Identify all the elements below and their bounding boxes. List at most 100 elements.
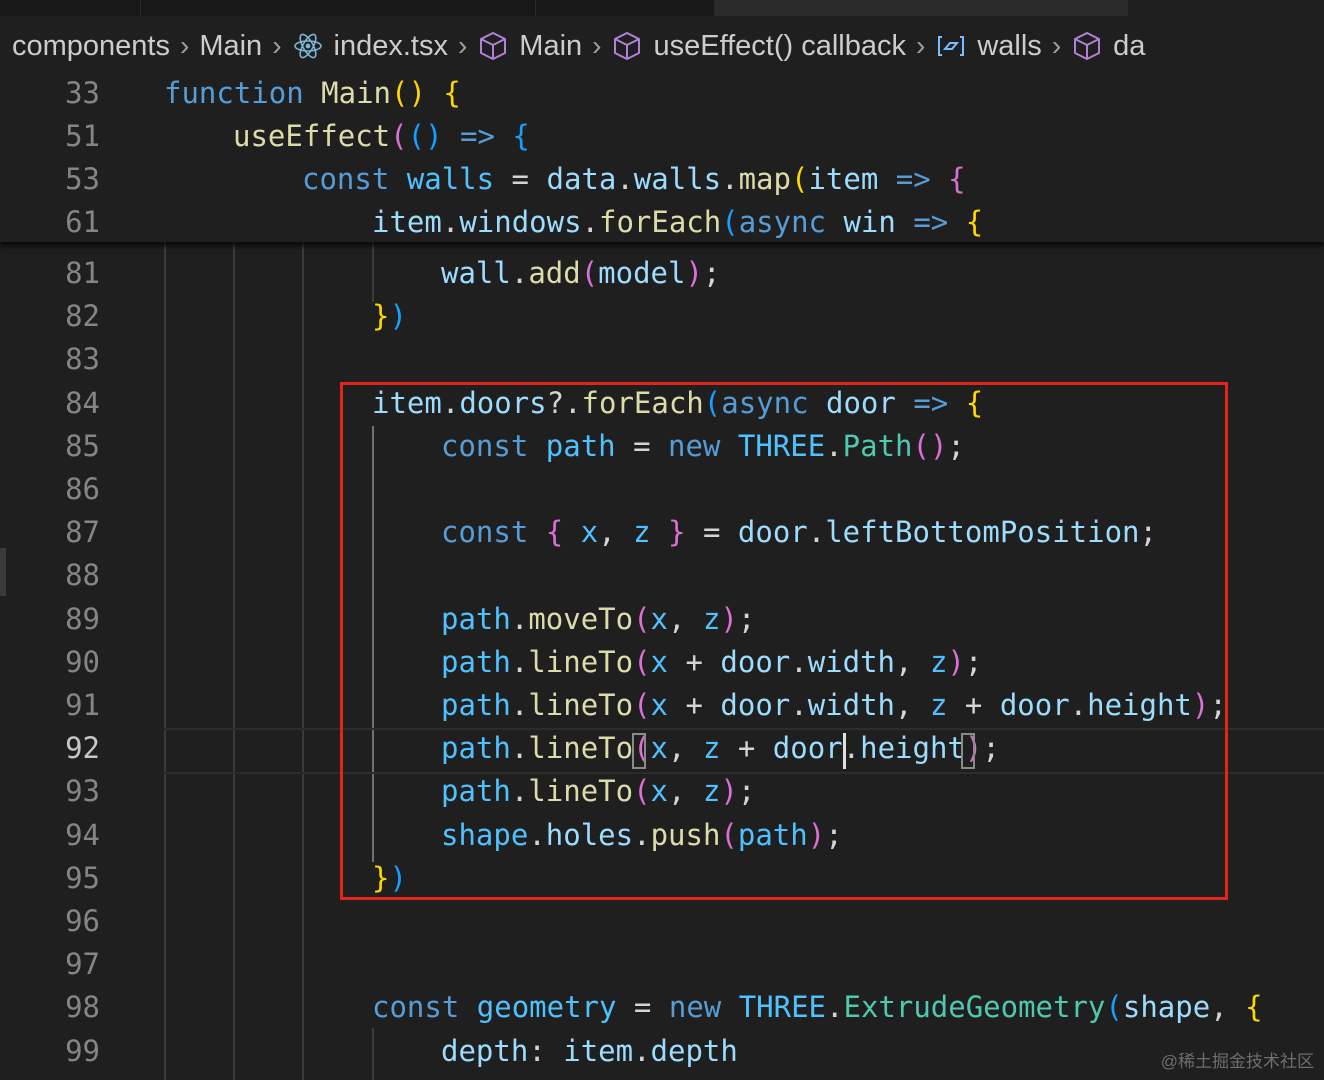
breadcrumb: components › Main › index.tsx › Main › useEffect… bbox=[12, 26, 1145, 66]
line-number: 93 bbox=[65, 774, 100, 809]
code-token: ( bbox=[790, 162, 809, 196]
code-token: map bbox=[738, 162, 791, 196]
code-line[interactable]: 82}) bbox=[0, 295, 1324, 338]
code-token: ) bbox=[389, 299, 407, 334]
code-token: ( bbox=[721, 205, 739, 239]
breadcrumb-item[interactable]: walls bbox=[935, 29, 1042, 63]
breadcrumb-label: useEffect() callback bbox=[653, 29, 907, 62]
line-number: 51 bbox=[65, 119, 100, 153]
code-token: item bbox=[563, 1033, 634, 1068]
code-token: ( bbox=[580, 256, 599, 290]
line-number: 99 bbox=[65, 1033, 100, 1068]
tab-segment[interactable] bbox=[141, 0, 536, 16]
code-token: => bbox=[895, 162, 931, 196]
tab-segment[interactable] bbox=[0, 0, 141, 16]
watermark: @稀土掘金技术社区 bbox=[1160, 1052, 1314, 1071]
chevron-right-icon: › bbox=[592, 30, 602, 61]
line-number: 89 bbox=[65, 601, 100, 636]
line-number: 94 bbox=[65, 817, 100, 852]
line-number: 83 bbox=[65, 342, 100, 377]
code-text: wall.add(model); bbox=[441, 252, 720, 295]
code-token: depth bbox=[441, 1033, 529, 1068]
code-token: useEffect bbox=[233, 119, 391, 153]
chevron-right-icon: › bbox=[180, 30, 190, 61]
code-text: function Main() { bbox=[164, 72, 461, 115]
react-icon bbox=[292, 30, 324, 62]
breadcrumb-item[interactable]: components bbox=[12, 30, 170, 63]
code-token: function bbox=[164, 76, 304, 110]
breadcrumb-label: da bbox=[1113, 29, 1146, 62]
code-text: }) bbox=[372, 295, 407, 338]
code-token: Main bbox=[321, 76, 391, 110]
scrollbar-marker[interactable] bbox=[0, 548, 6, 596]
line-number: 92 bbox=[65, 731, 100, 766]
breadcrumb-bar: components › Main › index.tsx › Main › useEffect… bbox=[0, 0, 1324, 76]
code-token: () bbox=[407, 119, 443, 153]
code-token: geometry bbox=[476, 990, 617, 1025]
code-line[interactable]: 51 useEffect(() => { bbox=[0, 115, 1324, 158]
line-number: 61 bbox=[65, 205, 100, 239]
code-line[interactable]: 33 function Main() { bbox=[0, 72, 1324, 115]
code-token: item bbox=[372, 205, 442, 239]
code-token: const bbox=[372, 990, 460, 1025]
tab-segment[interactable] bbox=[715, 0, 1128, 16]
code-line[interactable]: 61 item.windows.forEach(async win => { bbox=[0, 201, 1324, 244]
breadcrumb-item[interactable]: index.tsx bbox=[292, 30, 448, 63]
code-token: . bbox=[721, 162, 739, 196]
code-line[interactable]: 98 const geometry = new THREE.ExtrudeGeom… bbox=[0, 986, 1324, 1029]
code-token: . bbox=[616, 162, 634, 196]
line-number: 86 bbox=[65, 472, 100, 506]
code-token: { bbox=[512, 119, 530, 153]
code-token: ExtrudeGeometry bbox=[843, 990, 1106, 1025]
code-line[interactable]: 97 bbox=[0, 943, 1324, 986]
code-token: . bbox=[441, 205, 460, 239]
code-token: model bbox=[598, 256, 686, 290]
code-token: = bbox=[616, 990, 669, 1025]
breadcrumb-item[interactable]: useEffect() callback bbox=[611, 30, 906, 63]
code-token: ( bbox=[1105, 990, 1123, 1025]
code-token: () bbox=[391, 76, 426, 110]
code-token: { bbox=[965, 205, 984, 239]
code-line[interactable]: 81 wall.add(model); bbox=[0, 252, 1324, 295]
code-token: item bbox=[808, 162, 879, 196]
code-text: item.windows.forEach(async win => { bbox=[372, 201, 983, 244]
code-line[interactable]: 83 bbox=[0, 338, 1324, 381]
code-token: data bbox=[546, 162, 617, 196]
code-token: , bbox=[1210, 990, 1246, 1025]
code-token: windows bbox=[459, 205, 582, 239]
tab-segment[interactable] bbox=[536, 0, 715, 16]
code-token: => bbox=[913, 205, 949, 239]
annotation-highlight-box bbox=[340, 382, 1228, 900]
cube-icon bbox=[1071, 30, 1103, 62]
line-number: 81 bbox=[65, 256, 100, 290]
sticky-scroll-header[interactable]: 33 function Main() {51 useEffect(() => {53… bbox=[0, 70, 1324, 242]
code-token: . bbox=[826, 990, 844, 1025]
code-token: walls bbox=[406, 162, 495, 196]
line-number: 95 bbox=[65, 860, 100, 895]
breadcrumb-label: walls bbox=[977, 29, 1042, 62]
breadcrumb-item[interactable]: Main bbox=[477, 30, 582, 63]
line-number: 87 bbox=[65, 515, 100, 550]
chevron-right-icon: › bbox=[916, 30, 926, 61]
code-token: . bbox=[581, 205, 599, 239]
code-line[interactable]: 53 const walls = data.walls.map(item => { bbox=[0, 158, 1324, 201]
code-token: const bbox=[302, 162, 390, 196]
code-token: { bbox=[443, 76, 461, 110]
breadcrumb-item[interactable]: da bbox=[1071, 30, 1145, 63]
breadcrumb-item[interactable]: Main bbox=[199, 30, 262, 63]
code-token: } bbox=[372, 299, 390, 334]
code-line[interactable]: 99 depth: item.depth bbox=[0, 1030, 1324, 1073]
breadcrumb-label: components bbox=[12, 29, 170, 62]
cube-icon bbox=[477, 30, 509, 62]
code-line[interactable]: 96 bbox=[0, 900, 1324, 943]
code-text: useEffect(() => { bbox=[233, 115, 530, 158]
